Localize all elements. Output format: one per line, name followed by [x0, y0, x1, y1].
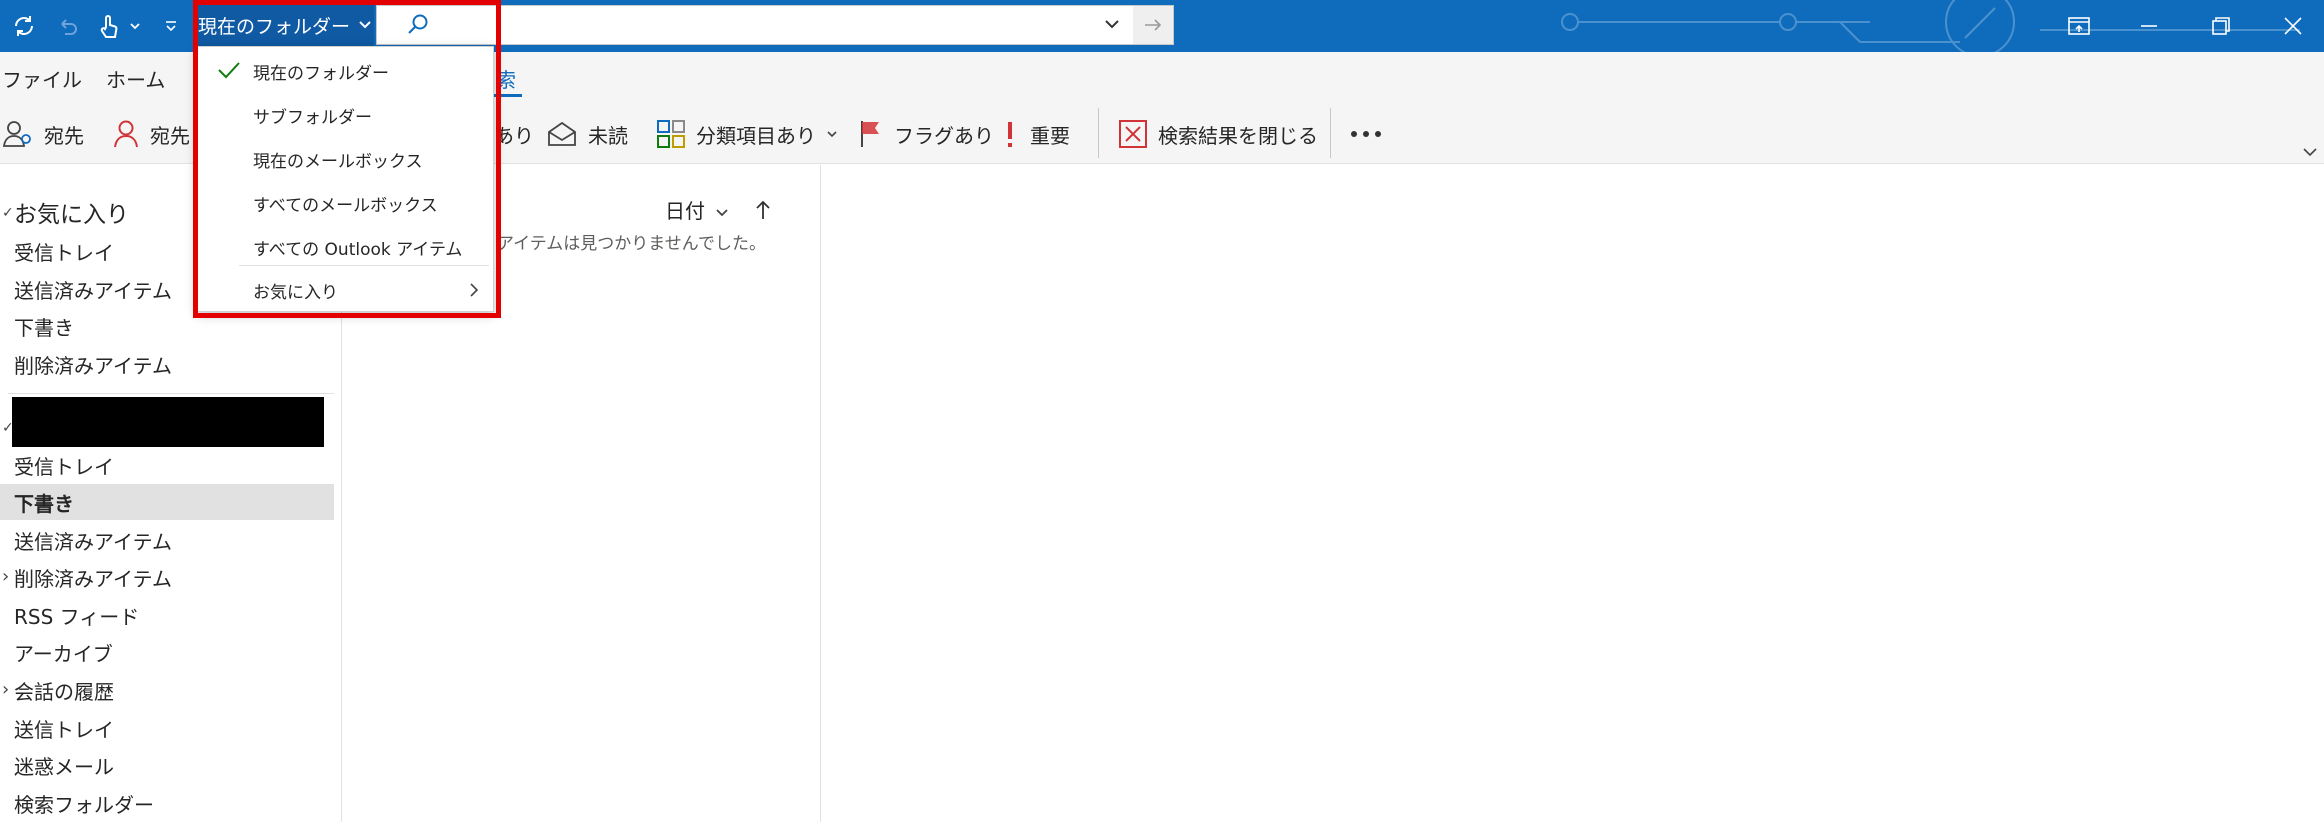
more-icon: [1351, 131, 1381, 137]
search-icon: [408, 14, 428, 34]
search-go-button[interactable]: [1133, 6, 1173, 44]
important-filter-label: 重要: [1030, 123, 1070, 148]
tab-search[interactable]: 索: [496, 64, 516, 93]
categorized-filter-label: 分類項目あり: [696, 123, 816, 148]
ribbon-expand-button[interactable]: [2302, 142, 2318, 162]
person-icon: [114, 120, 138, 148]
expand-chevron-icon[interactable]: ›: [2, 679, 9, 700]
folder-divider: [8, 393, 334, 394]
scope-option-favorites[interactable]: お気に入り: [197, 269, 493, 311]
restore-button[interactable]: [2186, 0, 2256, 52]
search-scope-dropdown: 現在のフォルダー サブフォルダー 現在のメールボックス すべてのメールボックス …: [196, 46, 494, 312]
to-filter-button[interactable]: 宛先: [112, 114, 190, 154]
favorite-inbox[interactable]: 受信トレイ: [14, 237, 114, 266]
to-filter-label: 宛先: [150, 123, 190, 148]
search-scope-label: 現在のフォルダー: [197, 15, 350, 38]
folder-archive[interactable]: アーカイブ: [14, 638, 113, 667]
favorite-deleted-items[interactable]: 削除済みアイテム: [14, 350, 172, 379]
scope-option-all-outlook-items[interactable]: すべての Outlook アイテム: [197, 226, 493, 268]
important-filter-button[interactable]: 重要: [1000, 114, 1070, 154]
checkmark-icon: [218, 62, 240, 79]
sender-people-icon: [2, 121, 31, 147]
scope-option-label: 現在のメールボックス: [253, 151, 423, 172]
close-icon: [2284, 17, 2302, 35]
minimize-icon: [2141, 25, 2157, 27]
folder-rss-feeds[interactable]: RSS フィード: [14, 601, 139, 630]
unread-filter-label: 未読: [588, 123, 628, 148]
scope-option-label: すべてのメールボックス: [253, 195, 438, 216]
more-options-button[interactable]: [1350, 114, 1382, 154]
has-attachments-button[interactable]: あり: [494, 114, 534, 154]
folder-search-folders[interactable]: 検索フォルダー: [14, 789, 154, 818]
sort-label: 日付: [665, 199, 705, 223]
exclamation-icon: [1008, 122, 1012, 147]
search-box[interactable]: [376, 5, 1174, 45]
scope-option-label: 現在のフォルダー: [253, 63, 389, 84]
empty-results-text: アイテムは見つかりませんでした。: [497, 234, 766, 254]
folder-drafts[interactable]: 下書き: [14, 488, 74, 517]
flagged-filter-button[interactable]: フラグあり: [858, 114, 994, 154]
tab-file[interactable]: ファイル: [2, 64, 82, 93]
envelope-open-icon: [548, 121, 576, 146]
favorite-sent-items[interactable]: 送信済みアイテム: [14, 275, 172, 304]
chevron-down-icon: [827, 131, 837, 138]
redacted-account-name: [12, 397, 324, 447]
folder-sent-items[interactable]: 送信済みアイテム: [14, 526, 172, 555]
close-search-button[interactable]: 検索結果を閉じる: [1118, 114, 1318, 154]
search-scope-button[interactable]: 現在のフォルダー: [196, 4, 374, 46]
search-options-chevron-icon[interactable]: [1103, 16, 1121, 32]
unread-filter-button[interactable]: 未読: [546, 114, 628, 154]
scope-option-label: サブフォルダー: [253, 107, 372, 128]
popout-icon: [2068, 17, 2090, 35]
sort-by-date-button[interactable]: 日付: [665, 195, 772, 224]
close-search-icon: [1119, 120, 1147, 148]
close-search-label: 検索結果を閉じる: [1158, 123, 1318, 148]
chevron-down-icon: [2303, 148, 2317, 157]
chevron-right-icon: [470, 283, 479, 297]
folder-junk-email[interactable]: 迷惑メール: [14, 751, 114, 780]
sync-icon[interactable]: [8, 10, 40, 42]
categories-icon: [657, 120, 685, 148]
sort-ascending-icon[interactable]: [754, 199, 772, 221]
outlook-window: 現在のフォルダー ファイル ホーム 索 宛先 宛先 あり 未読 分類項目あり フ…: [0, 0, 2324, 822]
from-filter-button[interactable]: 宛先: [2, 114, 84, 154]
scope-option-subfolders[interactable]: サブフォルダー: [197, 94, 493, 136]
touch-mode-chevron-icon[interactable]: [126, 10, 144, 42]
flagged-filter-label: フラグあり: [894, 123, 994, 148]
from-filter-label: 宛先: [44, 123, 84, 148]
ribbon-separator: [1098, 108, 1099, 158]
chevron-down-icon: [716, 209, 728, 217]
scope-option-label: お気に入り: [253, 282, 338, 303]
arrow-right-icon: [1145, 19, 1162, 31]
customize-toolbar-icon[interactable]: [160, 10, 182, 42]
scope-option-all-mailboxes[interactable]: すべてのメールボックス: [197, 182, 493, 224]
title-bar: 現在のフォルダー: [0, 0, 2324, 52]
flag-icon: [861, 121, 879, 147]
folder-inbox[interactable]: 受信トレイ: [14, 451, 114, 480]
ribbon-separator: [1330, 108, 1331, 158]
scope-option-current-folder[interactable]: 現在のフォルダー: [197, 50, 493, 92]
folder-outbox[interactable]: 送信トレイ: [14, 714, 114, 743]
favorites-header[interactable]: お気に入り: [14, 195, 129, 229]
folder-deleted-items[interactable]: 削除済みアイテム: [14, 563, 172, 592]
undo-icon[interactable]: [52, 10, 84, 42]
scope-option-current-mailbox[interactable]: 現在のメールボックス: [197, 138, 493, 180]
minimize-button[interactable]: [2114, 0, 2184, 52]
has-attachments-label: あり: [494, 123, 534, 148]
touch-mode-icon[interactable]: [94, 10, 124, 42]
close-button[interactable]: [2258, 0, 2324, 52]
restore-icon: [2212, 17, 2230, 35]
collapse-chevron-icon[interactable]: ✓: [2, 205, 14, 221]
chevron-down-icon: [359, 21, 371, 29]
folder-conversation-history[interactable]: 会話の履歴: [14, 676, 114, 705]
expand-chevron-icon[interactable]: ›: [2, 566, 9, 587]
coming-soon-button[interactable]: [2044, 0, 2114, 52]
scope-option-label: すべての Outlook アイテム: [253, 239, 463, 260]
favorite-drafts[interactable]: 下書き: [14, 312, 74, 341]
categorized-filter-button[interactable]: 分類項目あり: [656, 114, 838, 154]
dropdown-separator: [239, 265, 489, 266]
tab-home[interactable]: ホーム: [106, 64, 165, 93]
